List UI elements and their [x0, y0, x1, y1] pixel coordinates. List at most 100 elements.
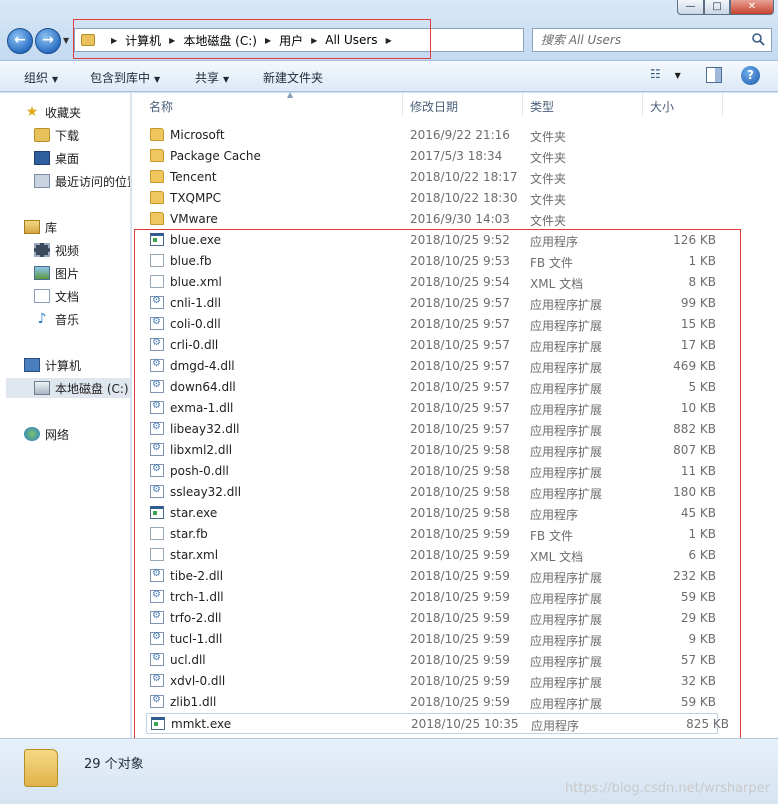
chevron-right-icon[interactable]: ▶ [169, 36, 175, 45]
file-row[interactable]: trfo-2.dll 2018/10/25 9:59 应用程序扩展 29 KB [132, 608, 778, 629]
breadcrumb-users[interactable]: 用户 [279, 32, 303, 49]
file-row[interactable]: ssleay32.dll 2018/10/25 9:58 应用程序扩展 180 KB [132, 482, 778, 503]
view-options-button[interactable]: ☷ ▼ [650, 67, 690, 85]
file-row[interactable]: star.fb 2018/10/25 9:59 FB 文件 1 KB [132, 524, 778, 545]
window-controls: — □ ✕ [677, 0, 774, 16]
column-header-size[interactable]: 大小 [650, 93, 720, 117]
file-row[interactable]: TXQMPC 2018/10/22 18:30 文件夹 [132, 188, 778, 209]
chevron-right-icon[interactable]: ▶ [265, 36, 271, 45]
search-input[interactable] [533, 29, 743, 51]
organize-button[interactable]: 组织 ▼ [24, 69, 58, 86]
file-row[interactable]: mmkt.exe 2018/10/25 10:35 应用程序 825 KB [146, 713, 729, 734]
file-row[interactable]: tucl-1.dll 2018/10/25 9:59 应用程序扩展 9 KB [132, 629, 778, 650]
file-name: trfo-2.dll [170, 611, 222, 625]
column-header-date[interactable]: 修改日期 [410, 93, 520, 117]
nav-libraries[interactable]: 库 [24, 217, 57, 237]
file-type: 应用程序 [530, 235, 579, 249]
nav-documents[interactable]: 文档 [34, 286, 79, 306]
arrow-left-icon: ← [14, 32, 26, 48]
search-icon[interactable] [751, 32, 765, 46]
file-row[interactable]: exma-1.dll 2018/10/25 9:57 应用程序扩展 10 KB [132, 398, 778, 419]
column-divider[interactable] [522, 93, 523, 117]
preview-pane-icon[interactable] [706, 67, 722, 83]
file-row[interactable]: ucl.dll 2018/10/25 9:59 应用程序扩展 57 KB [132, 650, 778, 671]
file-row[interactable]: trch-1.dll 2018/10/25 9:59 应用程序扩展 59 KB [132, 587, 778, 608]
file-name: blue.xml [170, 275, 222, 289]
file-name: xdvl-0.dll [170, 674, 226, 688]
file-row[interactable]: down64.dll 2018/10/25 9:57 应用程序扩展 5 KB [132, 377, 778, 398]
nav-videos[interactable]: 视频 [34, 240, 79, 260]
file-row[interactable]: Microsoft 2016/9/22 21:16 文件夹 [132, 125, 778, 146]
file-row[interactable]: VMware 2016/9/30 14:03 文件夹 [132, 209, 778, 230]
file-row[interactable]: crli-0.dll 2018/10/25 9:57 应用程序扩展 17 KB [132, 335, 778, 356]
breadcrumb-computer[interactable]: 计算机 [125, 32, 161, 49]
column-divider[interactable] [642, 93, 643, 117]
title-bar: — □ ✕ ← → ▼ ▶ 计算机 ▶ 本地磁盘 (C:) ▶ 用户 ▶ All… [0, 0, 778, 60]
file-row[interactable]: blue.xml 2018/10/25 9:54 XML 文档 8 KB [132, 272, 778, 293]
file-size: 59 KB [680, 590, 716, 604]
file-row[interactable]: posh-0.dll 2018/10/25 9:58 应用程序扩展 11 KB [132, 461, 778, 482]
file-date: 2018/10/25 9:59 [410, 653, 510, 667]
file-row[interactable]: Tencent 2018/10/22 18:17 文件夹 [132, 167, 778, 188]
file-row[interactable]: tibe-2.dll 2018/10/25 9:59 应用程序扩展 232 KB [132, 566, 778, 587]
file-date: 2018/10/25 10:35 [411, 717, 519, 731]
share-button[interactable]: 共享 ▼ [195, 69, 229, 86]
back-button[interactable]: ← [7, 28, 33, 54]
file-date: 2018/10/25 9:58 [410, 485, 510, 499]
help-icon[interactable]: ? [741, 66, 760, 85]
file-row[interactable]: libeay32.dll 2018/10/25 9:57 应用程序扩展 882 KB [132, 419, 778, 440]
nav-favorites[interactable]: ★ 收藏夹 [24, 102, 81, 122]
minimize-button[interactable]: — [677, 0, 704, 15]
nav-downloads[interactable]: 下载 [34, 125, 79, 145]
navigation-pane: ★ 收藏夹 下载 桌面 最近访问的位置 库 视频 图片 文档 ♪ 音乐 计算机 … [0, 93, 131, 738]
nav-desktop[interactable]: 桌面 [34, 148, 79, 168]
dll-icon [150, 694, 164, 708]
file-row[interactable]: coli-0.dll 2018/10/25 9:57 应用程序扩展 15 KB [132, 314, 778, 335]
file-row[interactable]: zlib1.dll 2018/10/25 9:59 应用程序扩展 59 KB [132, 692, 778, 713]
breadcrumb-local-disk[interactable]: 本地磁盘 (C:) [183, 32, 257, 49]
chevron-right-icon[interactable]: ▶ [111, 36, 117, 45]
nav-documents-label: 文档 [55, 289, 80, 304]
file-row[interactable]: star.exe 2018/10/25 9:58 应用程序 45 KB [132, 503, 778, 524]
file-row[interactable]: cnli-1.dll 2018/10/25 9:57 应用程序扩展 99 KB [132, 293, 778, 314]
include-library-button[interactable]: 包含到库中 ▼ [90, 69, 160, 86]
nav-computer[interactable]: 计算机 [24, 355, 81, 375]
file-row[interactable]: dmgd-4.dll 2018/10/25 9:57 应用程序扩展 469 KB [132, 356, 778, 377]
dll-icon [150, 379, 164, 393]
column-divider[interactable] [722, 93, 723, 117]
column-header-name[interactable]: 名称 ▲ [149, 90, 394, 117]
file-row[interactable]: blue.exe 2018/10/25 9:52 应用程序 126 KB [132, 230, 778, 251]
file-row[interactable]: star.xml 2018/10/25 9:59 XML 文档 6 KB [132, 545, 778, 566]
nav-recent[interactable]: 最近访问的位置 [34, 171, 130, 191]
forward-button[interactable]: → [35, 28, 61, 54]
downloads-folder-icon [34, 128, 50, 142]
column-header-type[interactable]: 类型 [530, 93, 640, 117]
file-row[interactable]: Package Cache 2017/5/3 18:34 文件夹 [132, 146, 778, 167]
chevron-right-icon[interactable]: ▶ [311, 36, 317, 45]
nav-local-disk[interactable]: 本地磁盘 (C:) [6, 378, 130, 398]
dll-icon [150, 442, 164, 456]
chevron-down-icon: ▼ [154, 75, 161, 84]
file-row[interactable]: xdvl-0.dll 2018/10/25 9:59 应用程序扩展 32 KB [132, 671, 778, 692]
search-box[interactable] [532, 28, 772, 52]
close-button[interactable]: ✕ [730, 0, 774, 15]
address-bar[interactable]: ▶ 计算机 ▶ 本地磁盘 (C:) ▶ 用户 ▶ All Users ▶ ▼ ⟳ [74, 28, 593, 52]
file-name: Tencent [170, 170, 217, 184]
status-bar: 29 个对象 https://blog.csdn.net/wrsharper [0, 738, 778, 804]
nav-network[interactable]: 网络 [24, 424, 69, 444]
file-size: 11 KB [680, 464, 716, 478]
file-row[interactable]: libxml2.dll 2018/10/25 9:58 应用程序扩展 807 KB [132, 440, 778, 461]
file-name: tucl-1.dll [170, 632, 223, 646]
maximize-button[interactable]: □ [704, 0, 730, 15]
dll-icon [150, 400, 164, 414]
nav-pictures[interactable]: 图片 [34, 263, 79, 283]
breadcrumb-all-users[interactable]: All Users [325, 33, 377, 47]
new-folder-button[interactable]: 新建文件夹 [263, 69, 323, 86]
history-dropdown-icon[interactable]: ▼ [63, 36, 69, 45]
nav-music[interactable]: ♪ 音乐 [34, 309, 79, 329]
nav-computer-label: 计算机 [45, 358, 82, 373]
file-row[interactable]: blue.fb 2018/10/25 9:53 FB 文件 1 KB [132, 251, 778, 272]
column-divider[interactable] [402, 93, 403, 117]
chevron-right-icon[interactable]: ▶ [386, 36, 392, 45]
file-date: 2018/10/22 18:30 [410, 191, 518, 205]
